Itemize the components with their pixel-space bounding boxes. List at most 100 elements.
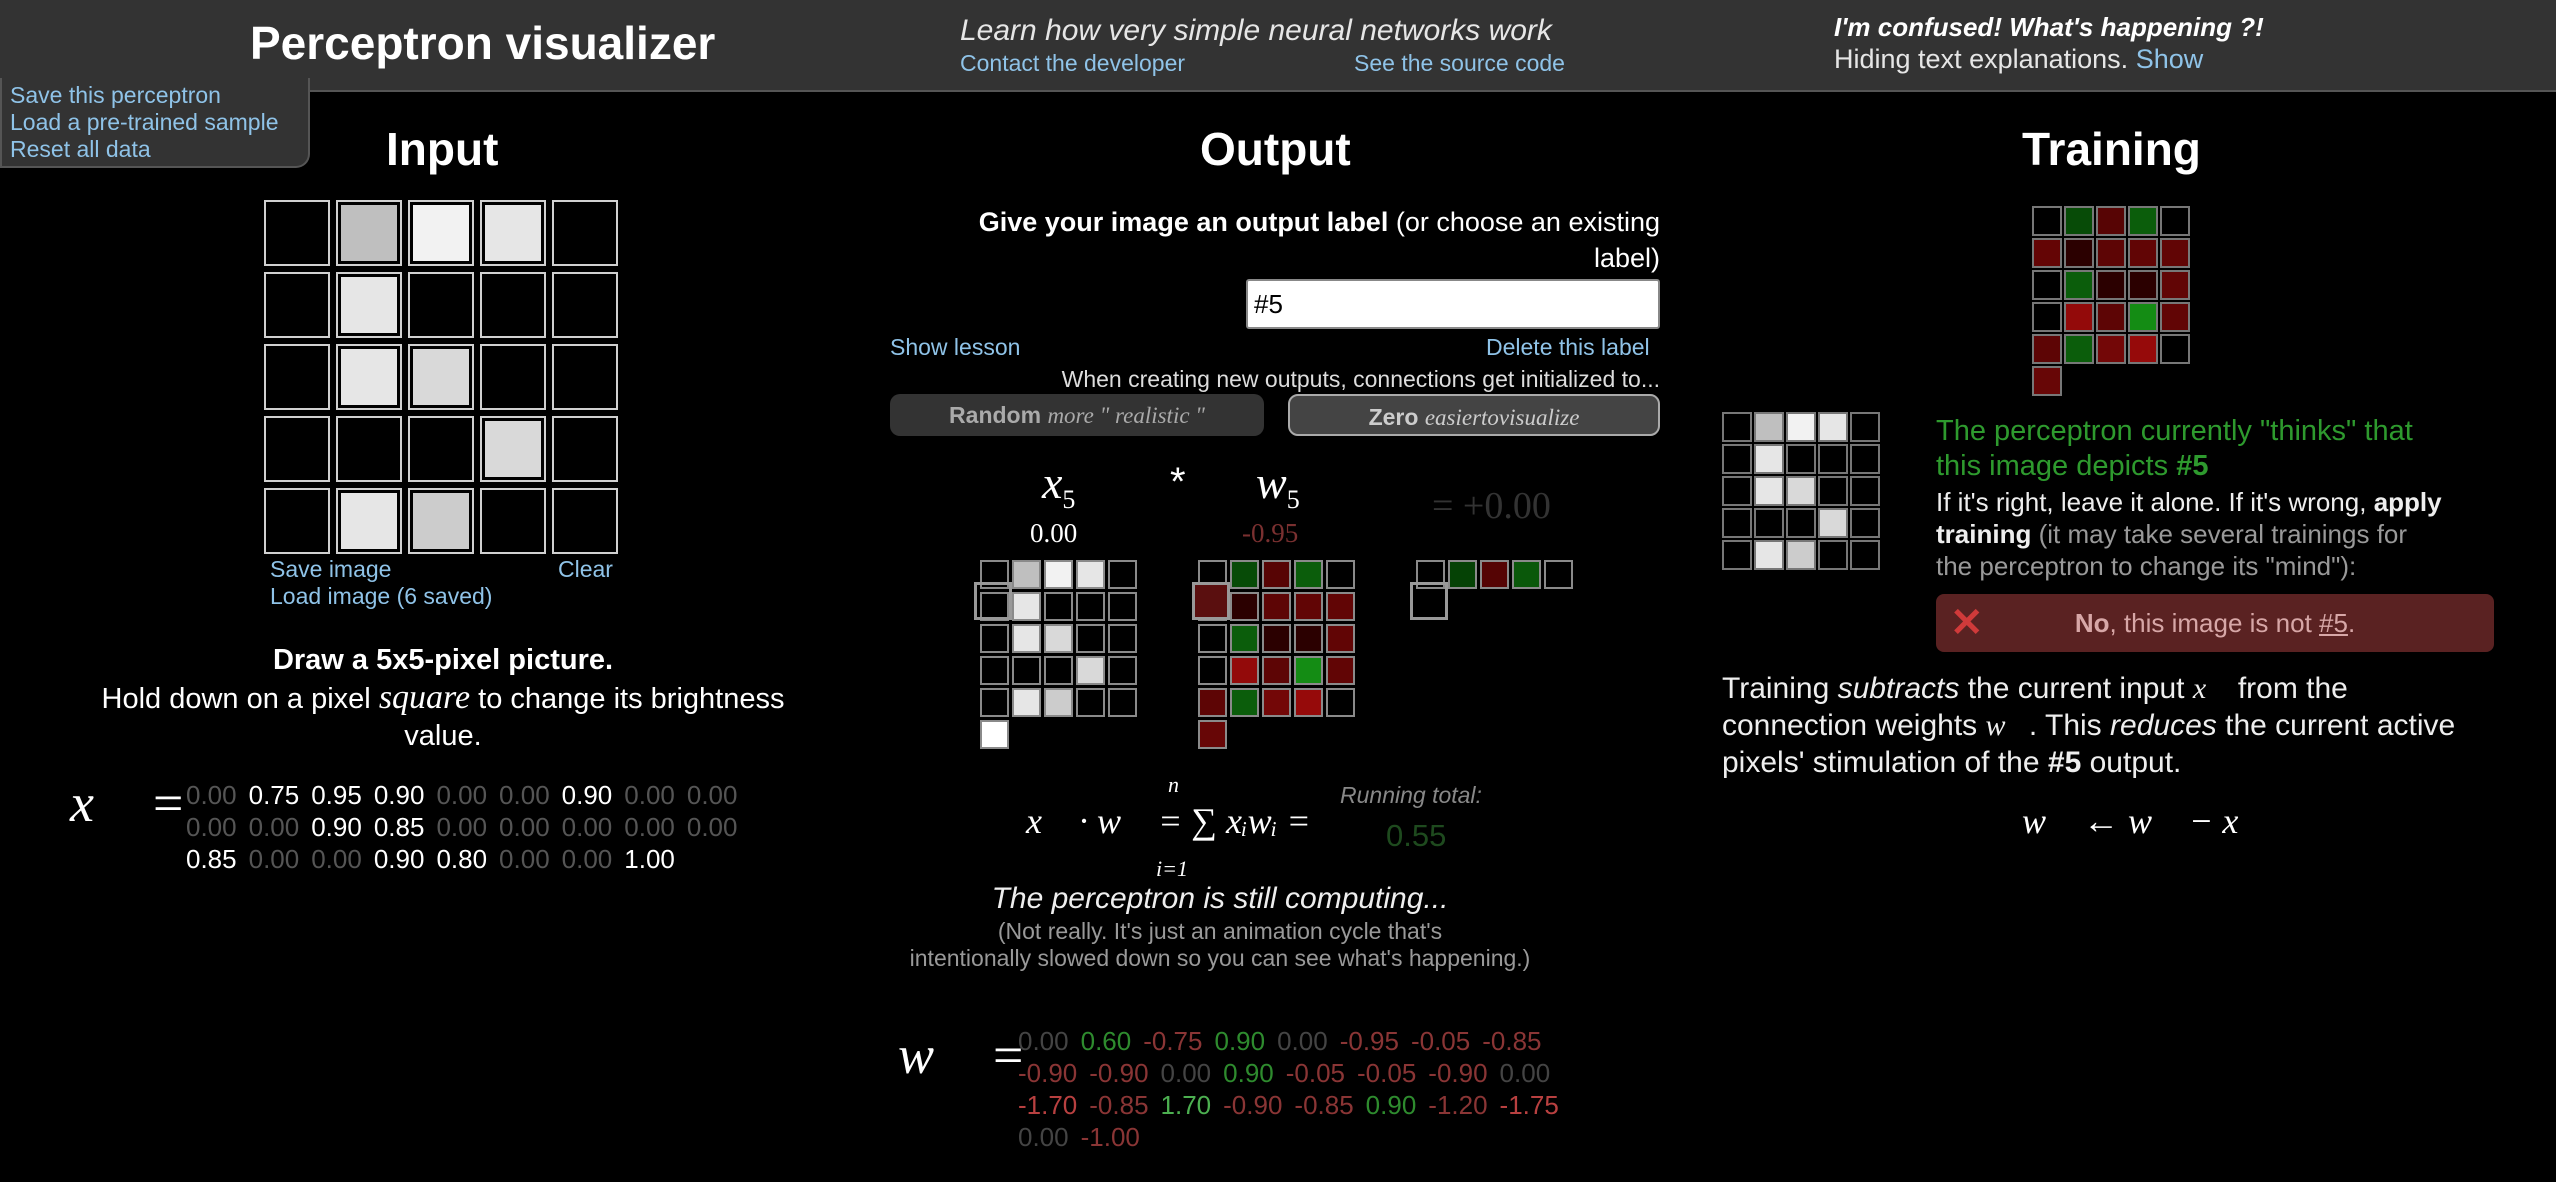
input-pixel-0[interactable] — [264, 200, 330, 266]
w-mini-cell-4 — [1326, 560, 1355, 589]
w-mini-cell-21 — [1230, 688, 1259, 717]
value-cell: 0.00 — [436, 780, 488, 810]
w-mini-cell-25 — [1198, 720, 1227, 749]
value-cell: 0.00 — [311, 844, 362, 874]
value-cell: 0.00 — [186, 812, 237, 842]
value-cell: 0.00 — [186, 780, 237, 810]
product-value: = +0.00 — [1432, 485, 1551, 527]
source-code-link[interactable]: See the source code — [1354, 50, 1565, 77]
value-cell: 0.00 — [499, 844, 550, 874]
value-cell: -0.85 — [1482, 1026, 1542, 1056]
training-input-cell-16 — [1754, 508, 1784, 538]
value-cell: 1.70 — [1160, 1090, 1212, 1120]
w-mini-cell-19 — [1326, 656, 1355, 685]
training-heading: Training — [2022, 123, 2201, 175]
input-pixel-21[interactable] — [336, 488, 402, 554]
input-pixel-11[interactable] — [336, 344, 402, 410]
w-mini-cell-6 — [1230, 592, 1259, 621]
training-weight-cell-23 — [2128, 334, 2158, 364]
save-perceptron-item[interactable]: Save this perceptron — [10, 82, 221, 109]
input-pixel-13[interactable] — [480, 344, 546, 410]
contact-developer-link[interactable]: Contact the developer — [960, 50, 1185, 77]
input-pixel-14[interactable] — [552, 344, 618, 410]
input-pixel-15[interactable] — [264, 416, 330, 482]
input-pixel-12[interactable] — [408, 344, 474, 410]
prediction-line-1: The perceptron currently "thinks" that — [1936, 415, 2413, 447]
input-pixel-3[interactable] — [480, 200, 546, 266]
w-mini-cell-7 — [1262, 592, 1291, 621]
load-image-link[interactable]: Load image (6 saved) — [270, 583, 492, 610]
value-cell: 0.90 — [1223, 1058, 1274, 1088]
input-pixel-22[interactable] — [408, 488, 474, 554]
reset-data-item[interactable]: Reset all data — [10, 136, 151, 163]
training-weight-cell-9 — [2160, 238, 2190, 268]
x-mini-cell-19 — [1108, 656, 1137, 685]
instruction-text: Hold down on a pixel — [101, 683, 371, 715]
training-weight-cell-24 — [2160, 334, 2190, 364]
value-cell: 0.60 — [1080, 1026, 1132, 1056]
input-pixel-9[interactable] — [552, 272, 618, 338]
load-sample-item[interactable]: Load a pre-trained sample — [10, 109, 279, 136]
w-mini-cell-14 — [1326, 624, 1355, 653]
input-pixel-18[interactable] — [480, 416, 546, 482]
expl-2b: . This — [2028, 709, 2102, 742]
x-mini-cell-13 — [1076, 624, 1105, 653]
training-weight-cell-0 — [2032, 206, 2062, 236]
input-pixel-24[interactable] — [552, 488, 618, 554]
input-pixel-4[interactable] — [552, 200, 618, 266]
apply-training-button[interactable]: ✕ No, this image is not #5. — [1936, 594, 2494, 652]
input-pixel-7[interactable] — [408, 272, 474, 338]
show-explanations-link[interactable]: Show — [2136, 44, 2204, 74]
input-pixel-19[interactable] — [552, 416, 618, 482]
input-pixel-2[interactable] — [408, 200, 474, 266]
show-lesson-link[interactable]: Show lesson — [890, 334, 1020, 361]
no-label: #5 — [2319, 608, 2348, 638]
w-mini-cell-1 — [1230, 560, 1259, 589]
w-mini-cell-24 — [1326, 688, 1355, 717]
input-pixel-1[interactable] — [336, 200, 402, 266]
x-mini-cell-11 — [1012, 624, 1041, 653]
options-menu: Save this perceptron Load a pre-trained … — [0, 78, 310, 168]
training-weight-cell-14 — [2160, 270, 2190, 300]
input-pixel-20[interactable] — [264, 488, 330, 554]
clear-link[interactable]: Clear — [558, 556, 613, 583]
confused-heading: I'm confused! What's happening ?! — [1834, 12, 2264, 42]
value-cell: 0.00 — [1499, 1058, 1551, 1088]
training-input-cell-10 — [1722, 476, 1752, 506]
input-pixel-6[interactable] — [336, 272, 402, 338]
training-weight-cell-12 — [2096, 270, 2126, 300]
x-mini-cell-20 — [980, 688, 1009, 717]
advice-text-2: (it may take several trainings for — [2038, 519, 2408, 549]
value-cell: -1.70 — [1018, 1090, 1078, 1120]
advice-text-1: If it's right, leave it alone. If it's w… — [1936, 487, 2367, 517]
training-input-cell-23 — [1818, 540, 1848, 570]
product-mini-cell-2 — [1480, 560, 1509, 589]
output-label-input[interactable] — [1246, 279, 1660, 329]
sum-upper: n — [1168, 772, 1179, 797]
x-mini-cell-10 — [980, 624, 1009, 653]
x-mini-cell-14 — [1108, 624, 1137, 653]
w-mini-cell-13 — [1294, 624, 1323, 653]
delete-label-link[interactable]: Delete this label — [1486, 334, 1650, 361]
input-pixel-8[interactable] — [480, 272, 546, 338]
value-cell: 0.90 — [373, 780, 425, 810]
input-pixel-16[interactable] — [336, 416, 402, 482]
w-mini-cell-11 — [1230, 624, 1259, 653]
value-cell: 0.00 — [624, 780, 675, 810]
value-row: 0.00 0.75 0.95 0.90 0.00 0.00 0.90 0.00 0.00 — [186, 780, 749, 811]
zero-init-button[interactable]: Zero easiertovisualize — [1288, 394, 1660, 436]
input-pixel-10[interactable] — [264, 344, 330, 410]
hiding-text: Hiding text explanations. — [1834, 44, 2129, 74]
input-pixel-23[interactable] — [480, 488, 546, 554]
advice-bold-2: training — [1936, 519, 2032, 549]
random-init-button[interactable]: Random more " realistic " — [890, 394, 1264, 436]
x-mini-cell-23 — [1076, 688, 1105, 717]
save-image-link[interactable]: Save image — [270, 556, 391, 583]
input-pixel-5[interactable] — [264, 272, 330, 338]
input-pixel-17[interactable] — [408, 416, 474, 482]
value-cell: 0.00 — [561, 812, 613, 842]
value-cell: 0.00 — [624, 812, 675, 842]
value-cell: 0.90 — [561, 780, 613, 810]
product-current-pixel-marker — [1410, 582, 1448, 620]
value-cell: -0.85 — [1294, 1090, 1354, 1120]
